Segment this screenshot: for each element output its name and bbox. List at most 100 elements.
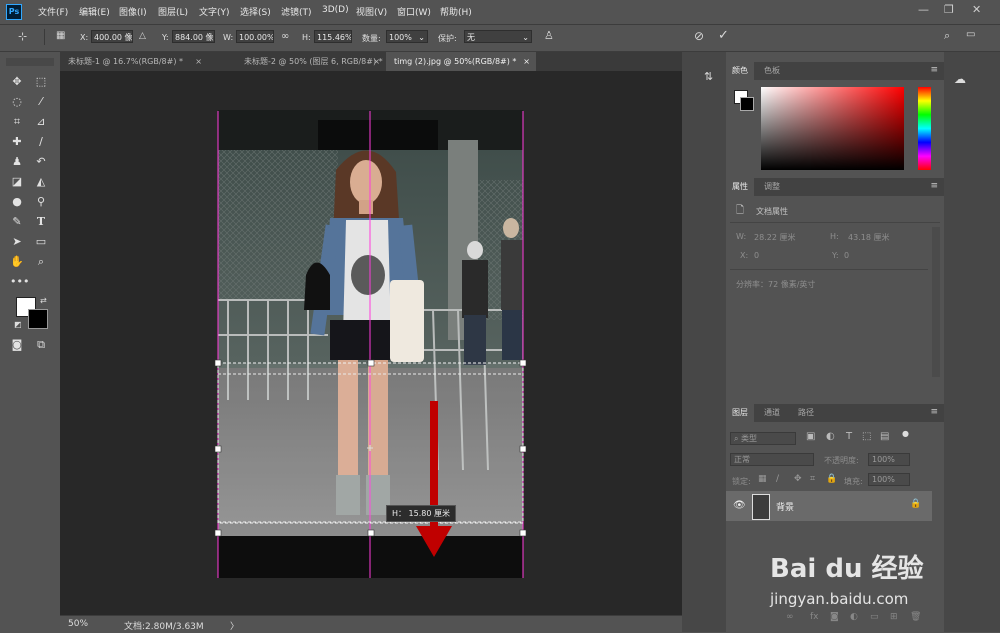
rectangle-tool-icon[interactable]: ▭ (34, 235, 48, 249)
default-colors-icon[interactable]: ◩ (14, 320, 22, 329)
hand-tool-icon[interactable]: ✋ (10, 255, 24, 269)
tab-paths[interactable]: 路径 (792, 404, 820, 422)
menu-3d[interactable]: 3D(D) (322, 5, 349, 15)
lock-position-icon[interactable]: ✥ (794, 474, 802, 484)
crop-tool-icon[interactable]: ⌗ (10, 115, 24, 129)
zoom-tool-icon[interactable]: ⌕ (34, 255, 48, 269)
menu-help[interactable]: 帮助(H) (440, 5, 472, 18)
group-icon[interactable]: ▭ (870, 612, 879, 622)
menu-edit[interactable]: 编辑(E) (79, 5, 110, 18)
menu-layer[interactable]: 图层(L) (158, 5, 188, 18)
menu-image[interactable]: 图像(I) (119, 5, 147, 18)
layer-name[interactable]: 背景 (776, 500, 794, 513)
swap-colors-icon[interactable]: ⇄ (40, 296, 47, 305)
x-input[interactable]: 400.00 像素 (91, 30, 133, 43)
filter-smart-object-icon[interactable]: ▤ (880, 431, 889, 442)
marquee-tool-icon[interactable]: ⬚ (34, 75, 48, 89)
commit-transform-icon[interactable]: ✓ (718, 28, 729, 43)
hue-slider[interactable] (918, 87, 931, 170)
fill-input[interactable]: 100% (868, 473, 910, 486)
person-icon[interactable]: ♙ (544, 29, 554, 42)
dodge-tool-icon[interactable]: ⚲ (34, 195, 48, 209)
blur-tool-icon[interactable]: ● (10, 195, 24, 209)
brush-tool-icon[interactable]: ∕ (34, 135, 48, 149)
eraser-tool-icon[interactable]: ◪ (10, 175, 24, 189)
close-icon[interactable]: × (373, 52, 380, 71)
close-icon[interactable]: × (195, 52, 202, 71)
filter-pixel-icon[interactable]: ▣ (806, 431, 815, 442)
amount-dropdown[interactable]: 100% ⌄ (386, 30, 428, 43)
h-input[interactable]: 115.46% (314, 30, 352, 43)
lock-all-icon[interactable]: 🔒 (826, 474, 837, 484)
document-info[interactable]: 文档:2.80M/3.63M (124, 619, 204, 632)
layer-row[interactable]: 👁 背景 🔒 (726, 491, 932, 521)
clone-stamp-icon[interactable]: ♟ (10, 155, 24, 169)
type-tool-icon[interactable]: T (34, 215, 48, 229)
filter-adjustment-icon[interactable]: ◐ (826, 431, 835, 442)
mask-icon[interactable]: ◙ (830, 612, 839, 622)
blend-mode-dropdown[interactable]: 正常 (730, 453, 814, 466)
close-icon[interactable]: × (523, 52, 530, 71)
menu-view[interactable]: 视图(V) (356, 5, 387, 18)
protect-dropdown[interactable]: 无 ⌄ (464, 30, 532, 43)
lock-pixels-icon[interactable]: ∕ (776, 474, 779, 484)
color-field[interactable] (761, 87, 904, 170)
creative-cloud-icon[interactable]: ☁ (954, 72, 966, 86)
menu-type[interactable]: 文字(Y) (199, 5, 230, 18)
panel-menu-icon[interactable]: ≡ (930, 65, 938, 75)
lock-artboard-icon[interactable]: ⌗ (810, 474, 815, 484)
lock-transparent-icon[interactable]: ▦ (758, 474, 767, 484)
lasso-tool-icon[interactable]: ◌ (10, 95, 24, 109)
adjustment-layer-icon[interactable]: ◐ (850, 612, 858, 622)
path-select-icon[interactable]: ➤ (10, 235, 24, 249)
tab-color[interactable]: 颜色 (726, 62, 754, 80)
w-input[interactable]: 100.00% (236, 30, 274, 43)
tab-adjustments[interactable]: 调整 (758, 178, 786, 196)
restore-button[interactable]: ❐ (944, 3, 954, 16)
link-icon[interactable]: ∞ (281, 31, 289, 42)
tab-document-2[interactable]: 未标题-2 @ 50% (图层 6, RGB/8#) * × (236, 52, 386, 71)
tab-channels[interactable]: 通道 (758, 404, 786, 422)
eye-icon[interactable]: 👁 (733, 500, 746, 511)
link-layers-icon[interactable]: ∞ (786, 612, 794, 622)
history-brush-icon[interactable]: ↶ (34, 155, 48, 169)
healing-brush-icon[interactable]: ✚ (10, 135, 24, 149)
filter-type-icon[interactable]: T (846, 431, 852, 442)
search-icon[interactable]: ⌕ (944, 29, 950, 43)
trash-icon[interactable]: 🗑 (910, 612, 921, 622)
tab-swatches[interactable]: 色板 (758, 62, 786, 80)
zoom-level[interactable]: 50% (68, 619, 88, 629)
opacity-input[interactable]: 100% (868, 453, 910, 466)
new-layer-icon[interactable]: ⊞ (890, 612, 898, 622)
panel-menu-icon[interactable]: ≡ (930, 407, 938, 417)
tab-layers[interactable]: 图层 (726, 404, 754, 422)
menu-filter[interactable]: 滤镜(T) (281, 5, 312, 18)
move-tool-icon[interactable]: ✥ (10, 75, 24, 89)
more-tools-icon[interactable]: ••• (10, 275, 29, 289)
close-window-button[interactable]: ✕ (972, 3, 981, 16)
relative-position-icon[interactable]: △ (139, 31, 146, 41)
status-menu-arrow[interactable]: 〉 (230, 619, 239, 632)
workspace-icon[interactable]: ▭ (966, 29, 975, 40)
transform-tool-icon[interactable]: ⊹ (18, 30, 27, 43)
menu-select[interactable]: 选择(S) (240, 5, 271, 18)
paint-bucket-icon[interactable]: ◭ (34, 175, 48, 189)
filter-toggle-icon[interactable]: ● (902, 429, 909, 438)
scrollbar[interactable] (932, 227, 940, 377)
quick-mask-icon[interactable]: ◙ (10, 338, 24, 352)
fx-icon[interactable]: fx (810, 612, 819, 622)
menu-file[interactable]: 文件(F) (38, 5, 68, 18)
minimize-button[interactable]: — (918, 3, 929, 16)
pen-tool-icon[interactable]: ✎ (10, 215, 24, 229)
panel-menu-icon[interactable]: ≡ (930, 181, 938, 191)
menu-window[interactable]: 窗口(W) (397, 5, 431, 18)
cancel-transform-icon[interactable]: ⊘ (694, 29, 704, 43)
tab-properties[interactable]: 属性 (726, 178, 754, 196)
background-color-swatch[interactable] (740, 97, 754, 111)
tab-document-3[interactable]: timg (2).jpg @ 50%(RGB/8#) * × (386, 52, 536, 71)
reference-point-icon[interactable]: ▦ (56, 30, 65, 41)
tab-document-1[interactable]: 未标题-1 @ 16.7%(RGB/8#) * × (60, 52, 208, 71)
layer-filter-dropdown[interactable]: ⌕ 类型 (730, 432, 796, 445)
eyedropper-tool-icon[interactable]: ⊿ (34, 115, 48, 129)
quick-select-tool-icon[interactable]: ⁄ (34, 95, 48, 109)
